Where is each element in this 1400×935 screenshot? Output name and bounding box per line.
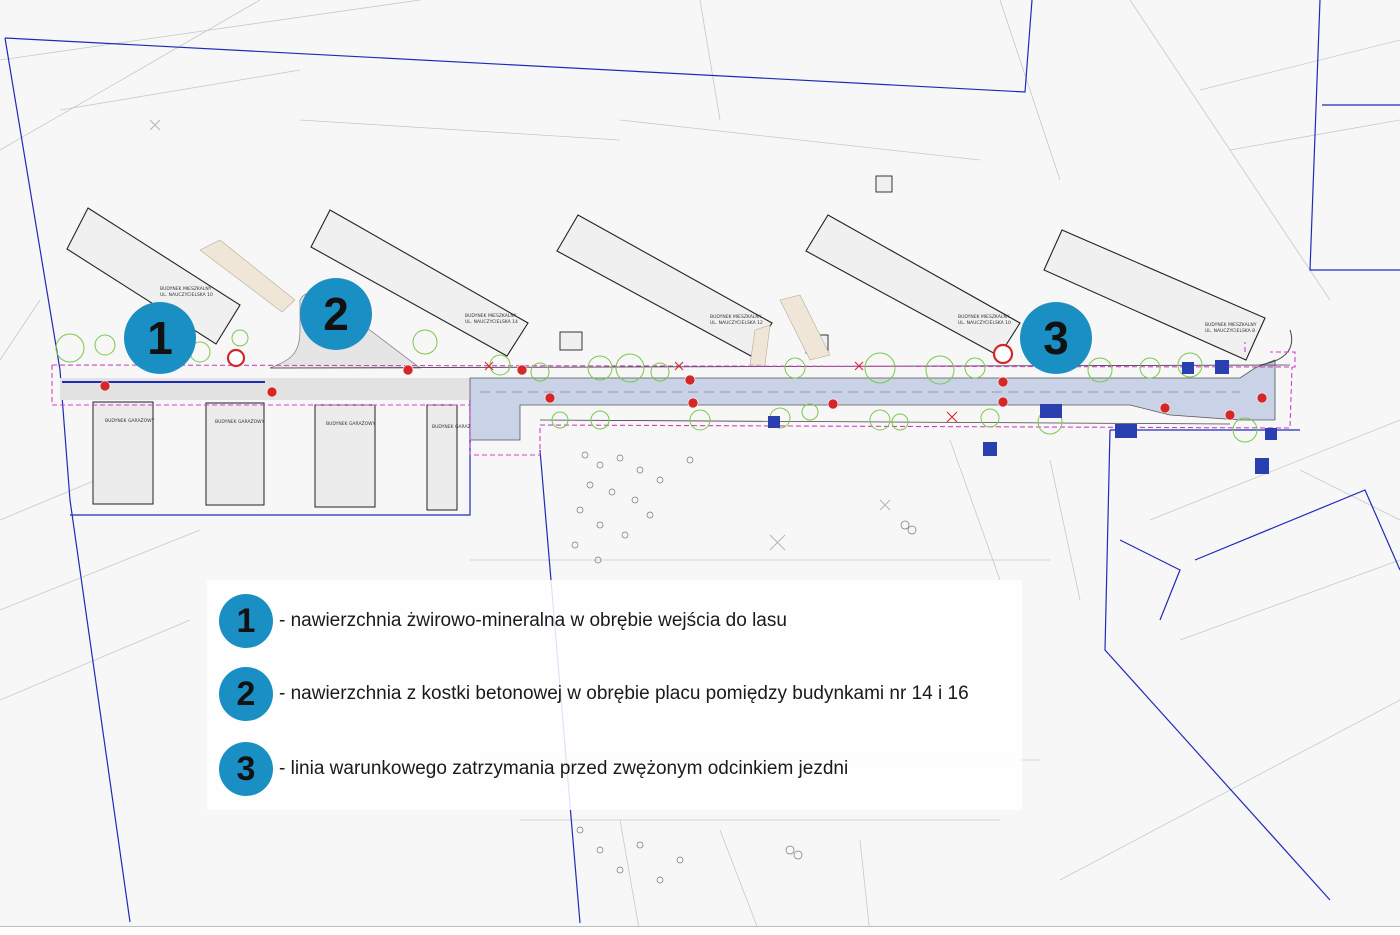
legend-item-2: 2 - nawierzchnia z kostki betonowej w ob… bbox=[219, 667, 969, 721]
legend-item-3: 3 - linia warunkowego zatrzymania przed … bbox=[219, 742, 848, 796]
legend-marker-2: 2 bbox=[219, 667, 273, 721]
legend-text-2: - nawierzchnia z kostki betonowej w obrę… bbox=[279, 683, 969, 704]
garage-3-label: BUDYNEK GARAŻOWY bbox=[326, 420, 376, 427]
building-10b-address: UL. NAUCZYCIELSKA 10 bbox=[958, 320, 1011, 326]
building-14-address: UL. NAUCZYCIELSKA 14 bbox=[465, 319, 518, 325]
legend-text-1: - nawierzchnia żwirowo-mineralna w obręb… bbox=[279, 610, 787, 631]
info-sign-icon-4 bbox=[1040, 404, 1062, 418]
callout-marker-1: 1 bbox=[124, 302, 196, 374]
callout-marker-2: 2 bbox=[300, 278, 372, 350]
info-sign-icon-2 bbox=[1215, 360, 1229, 374]
building-8-name: BUDYNEK MIESZKALNY bbox=[1205, 322, 1257, 328]
info-sign-icon-1 bbox=[768, 416, 780, 428]
legend-marker-1: 1 bbox=[219, 594, 273, 648]
garage-1-label: BUDYNEK GARAŻOWY bbox=[105, 417, 155, 424]
legend-item-1: 1 - nawierzchnia żwirowo-mineralna w obr… bbox=[219, 594, 787, 648]
legend-text-3: - linia warunkowego zatrzymania przed zw… bbox=[279, 758, 849, 779]
building-10b-name: BUDYNEK MIESZKALNY bbox=[958, 314, 1010, 320]
legend-marker-3: 3 bbox=[219, 742, 273, 796]
info-sign-icon-3 bbox=[1115, 424, 1137, 438]
building-12-name: BUDYNEK MIESZKALNY bbox=[710, 314, 762, 320]
give-way-sign-icon bbox=[992, 343, 1014, 365]
building-14-name: BUDYNEK MIESZKALNY bbox=[465, 313, 517, 319]
callout-marker-3: 3 bbox=[1020, 302, 1092, 374]
no-entry-sign-icon bbox=[226, 348, 246, 368]
legend-panel: 1 - nawierzchnia żwirowo-mineralna w obr… bbox=[207, 580, 1022, 810]
building-10-name: BUDYNEK MIESZKALNY bbox=[160, 286, 212, 292]
garage-2-label: BUDYNEK GARAŻOWY bbox=[215, 418, 265, 425]
building-10-address: UL. NAUCZYCIELSKA 10 bbox=[160, 292, 213, 298]
building-12-address: UL. NAUCZYCIELSKA 12 bbox=[710, 320, 763, 326]
info-sign-icon-5 bbox=[1255, 458, 1269, 474]
parking-sign-icon bbox=[983, 442, 997, 456]
building-8-address: UL. NAUCZYCIELSKA 8 bbox=[1205, 328, 1255, 334]
info-sign-icon-6 bbox=[1265, 428, 1277, 440]
info-sign-icon-7 bbox=[1182, 362, 1194, 374]
